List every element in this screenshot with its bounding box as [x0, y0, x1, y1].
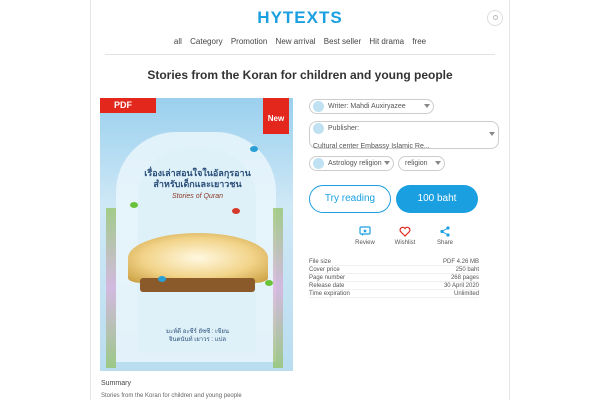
- cover-title-line1: เรื่องเล่าสอนใจในอัลกุรอาน: [144, 168, 251, 178]
- tag-astrology-religion[interactable]: Astrology religion: [309, 156, 394, 171]
- book-cover[interactable]: PDF New เรื่องเล่าสอนใจในอัลกุรอาน สำหรั…: [100, 98, 293, 371]
- cover-author: มะห์ดี อะซีร์ ยัซซี : เขียน จินตนันท์ เย…: [166, 329, 229, 343]
- book-details: File size PDF 4.26 MB Cover price 250 baht…: [309, 258, 479, 298]
- wishlist-action[interactable]: Wishlist: [385, 226, 425, 246]
- publisher-value: Cultural center Embassy Islamic Re...: [313, 143, 430, 150]
- detail-row: Page number 268 pages: [309, 274, 479, 282]
- detail-value: 268 pages: [450, 275, 479, 281]
- cover-subtitle: Stories of Quran: [172, 193, 223, 200]
- detail-key: Cover price: [309, 267, 340, 273]
- nav-best-seller[interactable]: Best seller: [324, 37, 361, 46]
- detail-value: 30 April 2020: [443, 283, 479, 289]
- nav-all[interactable]: all: [174, 37, 182, 46]
- chevron-down-icon: [384, 161, 390, 165]
- tag-label: Astrology religion: [328, 160, 382, 167]
- header-divider: [105, 54, 495, 55]
- review-action[interactable]: Review: [345, 226, 385, 246]
- open-book-illustration: [128, 233, 268, 283]
- nav-free[interactable]: free: [412, 37, 426, 46]
- detail-row: Time expiration Unlimited: [309, 290, 479, 298]
- butterfly-icon: [232, 208, 240, 214]
- cover-vine-right: [273, 208, 283, 368]
- chevron-down-icon: [489, 132, 495, 136]
- detail-row: Cover price 250 baht: [309, 266, 479, 274]
- detail-key: Page number: [309, 275, 346, 281]
- review-icon: [359, 226, 371, 236]
- butterfly-icon: [265, 280, 273, 286]
- detail-key: Release date: [309, 283, 345, 289]
- pdf-badge: PDF: [100, 98, 156, 113]
- nav-promotion[interactable]: Promotion: [231, 37, 267, 46]
- try-reading-button[interactable]: Try reading: [309, 185, 391, 213]
- writer-chip[interactable]: Writer: Mahdi Auxiryazee: [309, 99, 434, 114]
- book-stand-illustration: [140, 278, 255, 292]
- share-label: Share: [436, 240, 453, 246]
- category-nav: all Category Promotion New arrival Best …: [91, 37, 509, 46]
- wishlist-label: Wishlist: [394, 240, 416, 246]
- detail-row: File size PDF 4.26 MB: [309, 258, 479, 266]
- cover-title: เรื่องเล่าสอนใจในอัลกุรอาน สำหรับเด็กและ…: [120, 168, 275, 190]
- publisher-icon: [313, 123, 324, 134]
- new-badge: New: [263, 98, 289, 134]
- page-title: Stories from the Koran for children and …: [147, 68, 453, 82]
- writer-label: Writer: Mahdi Auxiryazee: [328, 103, 406, 110]
- writer-icon: [313, 101, 324, 112]
- butterfly-icon: [250, 146, 258, 152]
- share-icon: [440, 226, 450, 237]
- tag-religion[interactable]: religion: [398, 156, 445, 171]
- nav-hit-drama[interactable]: Hit drama: [369, 37, 404, 46]
- detail-key: Time expiration: [309, 291, 350, 297]
- detail-value: 250 baht: [455, 267, 479, 273]
- page-frame: HYTEXTS all Category Promotion New arriv…: [90, 0, 510, 400]
- review-label: Review: [355, 240, 375, 246]
- cover-vine-left: [106, 208, 116, 368]
- butterfly-icon: [130, 202, 138, 208]
- nav-new-arrival[interactable]: New arrival: [276, 37, 316, 46]
- detail-value: Unlimited: [453, 291, 479, 297]
- cover-title-line2: สำหรับเด็กและเยาวชน: [153, 179, 242, 189]
- site-logo[interactable]: HYTEXTS: [91, 8, 509, 28]
- tag-label: religion: [405, 160, 428, 167]
- chevron-down-icon: [424, 104, 430, 108]
- chevron-down-icon: [435, 161, 441, 165]
- search-icon[interactable]: [487, 10, 503, 26]
- summary-heading: Summary: [101, 380, 131, 387]
- butterfly-icon: [158, 276, 166, 282]
- share-action[interactable]: Share: [425, 226, 465, 246]
- tag-icon: [313, 158, 324, 169]
- detail-value: PDF 4.26 MB: [442, 259, 479, 265]
- publisher-label: Publisher:: [328, 125, 360, 132]
- nav-category[interactable]: Category: [190, 37, 222, 46]
- buy-button[interactable]: 100 baht: [396, 185, 478, 213]
- heart-icon: [399, 226, 411, 237]
- summary-text: Stories from the Koran for children and …: [101, 393, 242, 399]
- detail-row: Release date 30 April 2020: [309, 282, 479, 290]
- detail-key: File size: [309, 259, 332, 265]
